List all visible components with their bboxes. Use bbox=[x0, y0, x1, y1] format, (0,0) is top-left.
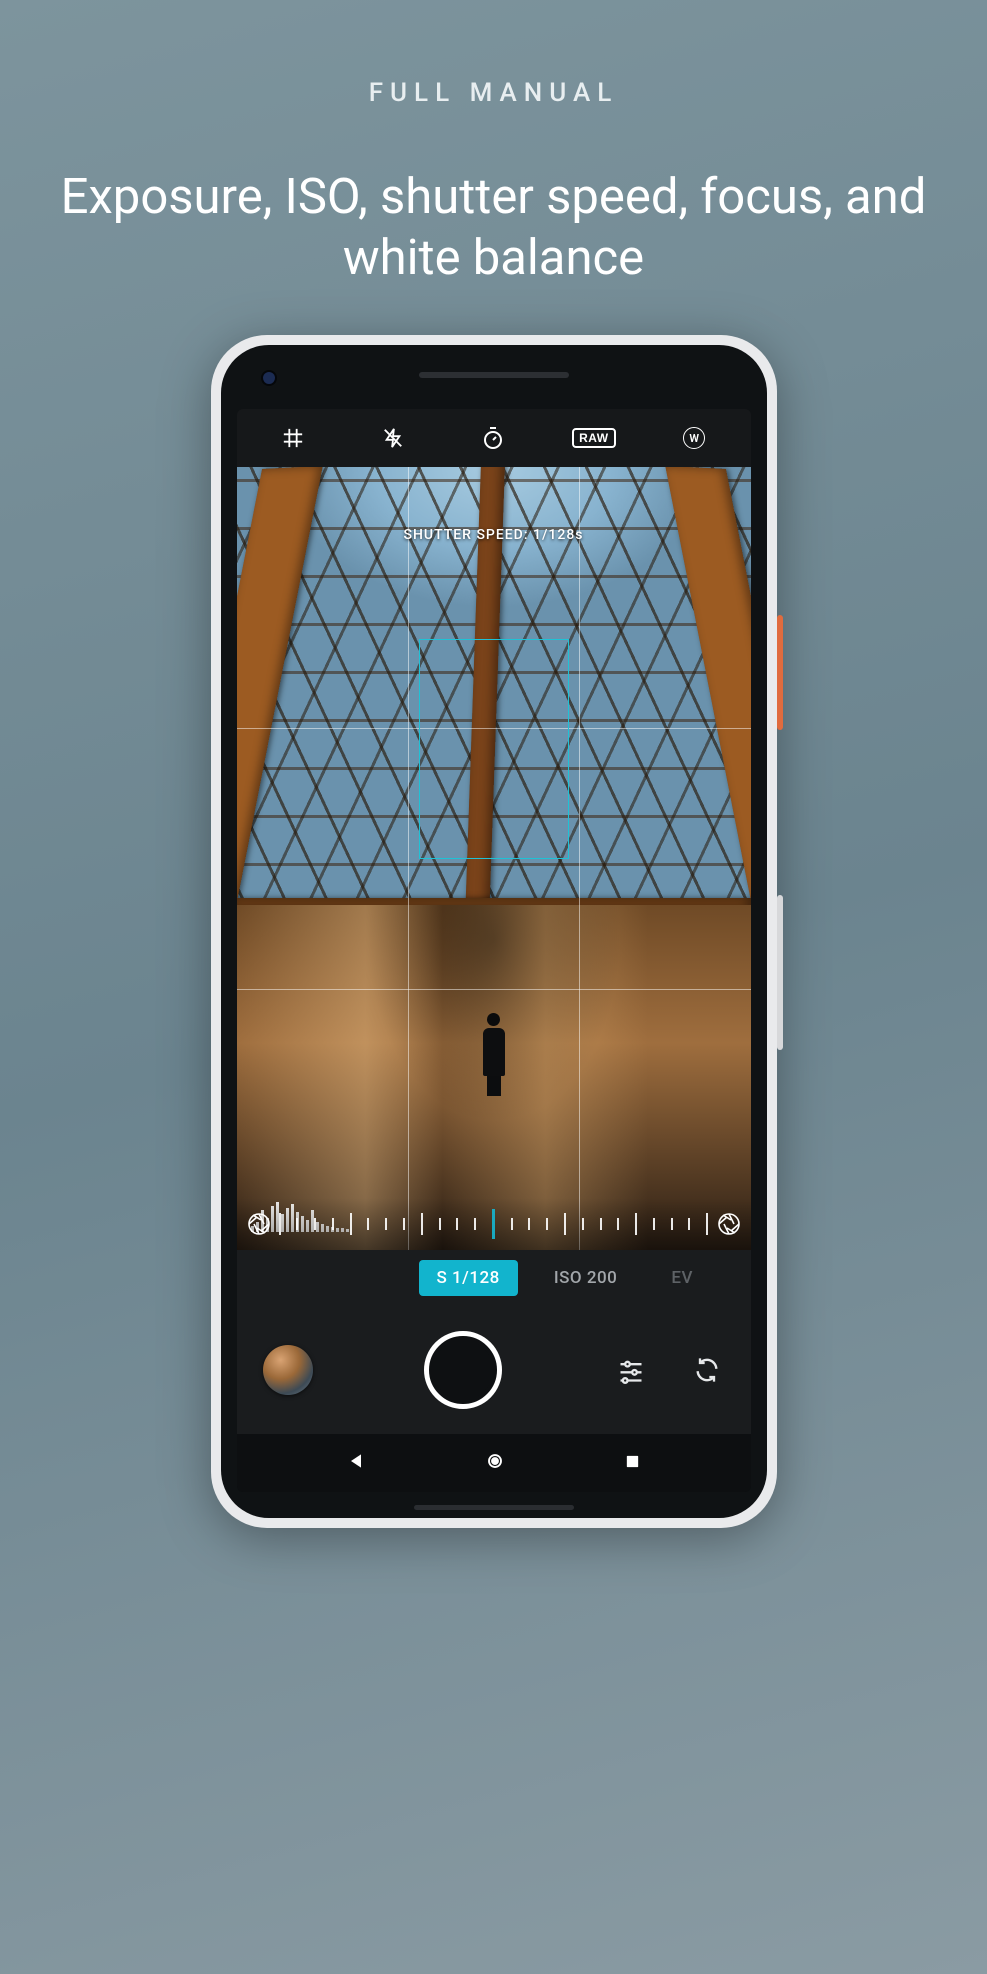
speaker-slit bbox=[419, 372, 569, 378]
focus-indicator[interactable] bbox=[419, 639, 569, 859]
power-button bbox=[777, 615, 783, 730]
gallery-thumbnail[interactable] bbox=[263, 1345, 313, 1395]
android-navbar bbox=[237, 1434, 751, 1492]
shutter-speed-overlay: SHUTTER SPEED: 1/128s bbox=[404, 527, 584, 543]
nav-back-icon[interactable] bbox=[346, 1451, 366, 1475]
nav-recent-icon[interactable] bbox=[624, 1453, 641, 1474]
bottom-speaker-slit bbox=[414, 1505, 574, 1510]
front-camera bbox=[263, 372, 275, 384]
phone-frame: RAW W bbox=[211, 335, 777, 1528]
timer-icon[interactable] bbox=[473, 418, 513, 458]
subject-silhouette bbox=[479, 1013, 509, 1093]
top-toolbar: RAW W bbox=[237, 409, 751, 467]
aperture-right-icon bbox=[717, 1212, 741, 1236]
tab-ev[interactable]: EV bbox=[653, 1260, 711, 1296]
switch-camera-icon[interactable] bbox=[689, 1352, 725, 1388]
mode-tabs: S 1/128 ISO 200 EV bbox=[237, 1250, 751, 1306]
promo-eyebrow: FULL MANUAL bbox=[0, 78, 987, 108]
value-dial[interactable] bbox=[237, 1198, 751, 1250]
flash-off-icon[interactable] bbox=[373, 418, 413, 458]
viewfinder[interactable]: SHUTTER SPEED: 1/128s bbox=[237, 467, 751, 1250]
shutter-button[interactable] bbox=[424, 1331, 502, 1409]
nav-home-icon[interactable] bbox=[486, 1452, 504, 1474]
raw-label: RAW bbox=[572, 428, 616, 448]
white-balance-toggle[interactable]: W bbox=[674, 418, 714, 458]
raw-toggle[interactable]: RAW bbox=[574, 418, 614, 458]
volume-button bbox=[777, 895, 783, 1050]
grid-icon[interactable] bbox=[273, 418, 313, 458]
promo-title: Exposure, ISO, shutter speed, focus, and… bbox=[0, 166, 987, 289]
tab-shutter[interactable]: S 1/128 bbox=[419, 1260, 518, 1296]
dial-active-tick bbox=[492, 1209, 495, 1239]
white-balance-label: W bbox=[683, 427, 705, 449]
tab-iso[interactable]: ISO 200 bbox=[536, 1260, 636, 1296]
bottom-controls bbox=[237, 1306, 751, 1434]
aperture-left-icon bbox=[247, 1212, 271, 1236]
settings-sliders-icon[interactable] bbox=[613, 1352, 649, 1388]
